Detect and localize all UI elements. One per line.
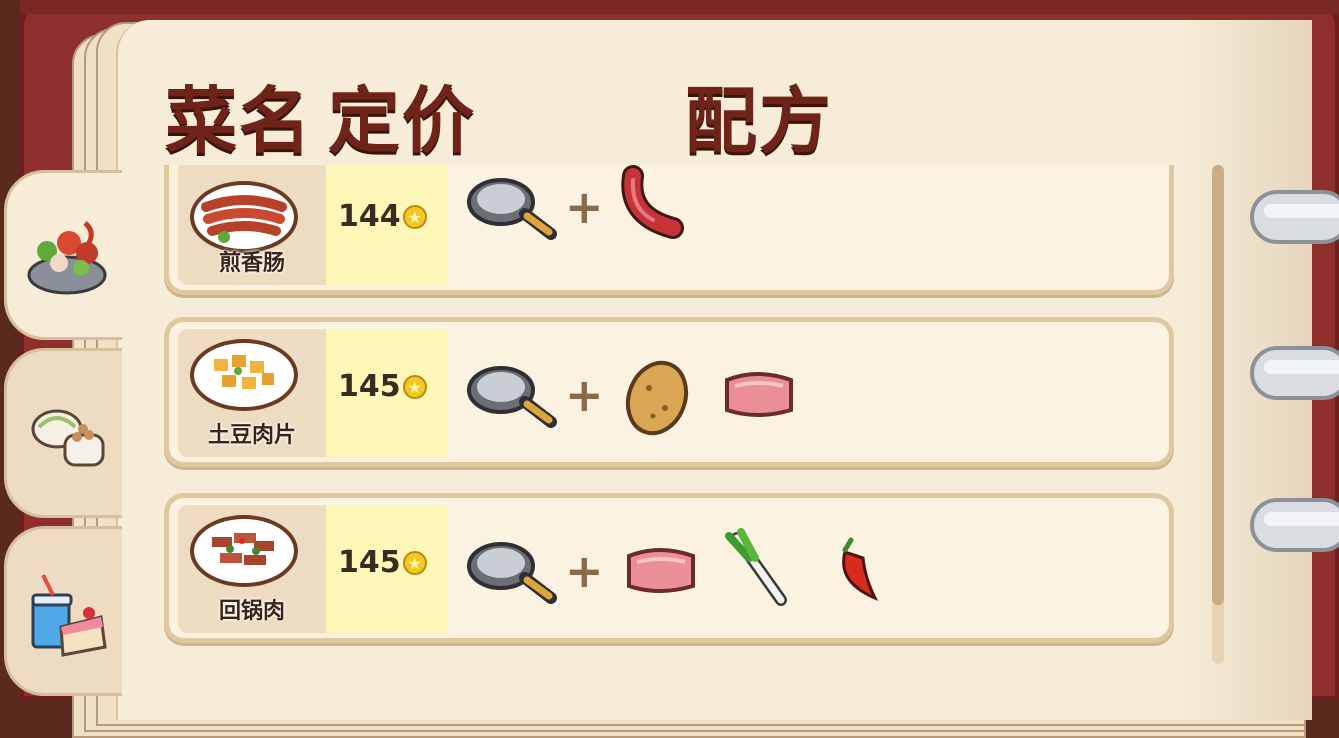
plus-sign: +: [565, 544, 604, 598]
dish-image-box: 回锅肉: [178, 505, 326, 633]
plus-sign: +: [565, 180, 604, 234]
price-value: 144: [338, 199, 401, 234]
sausage-icon: [621, 165, 684, 239]
frying-pan-icon: [467, 178, 557, 240]
price-box: 145 ★: [326, 329, 448, 457]
frying-pan-icon: [467, 542, 557, 604]
scrollbar-thumb[interactable]: [1212, 165, 1224, 605]
drink-cake-icon: [31, 574, 107, 657]
dish-image-box: 土豆肉片: [178, 329, 326, 457]
coin-icon: ★: [402, 204, 427, 229]
price-box: 145 ★: [326, 505, 448, 633]
dish-name: 土豆肉片: [207, 423, 296, 448]
binder-ring: [1250, 498, 1339, 552]
price-value: 145: [338, 369, 401, 404]
green-onion-icon: [725, 528, 787, 606]
plus-sign: +: [565, 368, 604, 422]
column-header: 菜名 定价 配方: [165, 62, 1065, 163]
potato-icon: [625, 360, 689, 436]
price-box: 144 ★: [326, 165, 448, 285]
dish-image-box: 煎香肠: [178, 165, 326, 285]
frying-pan-icon: [467, 366, 557, 428]
recipe-ingredients: +: [459, 165, 1159, 290]
recipe-ingredients: +: [459, 322, 1159, 462]
dish-plate: [190, 181, 298, 253]
dish-price: 145 ★: [338, 545, 427, 580]
dish-name: 煎香肠: [218, 251, 285, 276]
recipe-card-potato-pork[interactable]: 土豆肉片 145 ★ +: [164, 317, 1174, 467]
dish-plate: [190, 339, 298, 411]
pork-icon: [627, 548, 695, 593]
binder-ring: [1250, 190, 1339, 244]
dish-price: 144 ★: [338, 199, 427, 234]
header-price: 定价: [328, 79, 477, 163]
recipe-list[interactable]: 煎香肠 144 ★ + 土豆肉片 145 ★ + 回锅肉 145 ★ +: [160, 165, 1180, 664]
recipe-card-twice-cooked-pork[interactable]: 回锅肉 145 ★ +: [164, 493, 1174, 643]
header-dish-name: 菜名: [165, 79, 314, 163]
tab-snacks[interactable]: [4, 348, 122, 518]
dish-plate: [190, 515, 298, 587]
recipe-card-sausage[interactable]: 煎香肠 144 ★ +: [164, 165, 1174, 295]
tab-dishes[interactable]: [4, 170, 122, 340]
pork-icon: [725, 372, 793, 417]
header-recipe: 配方: [685, 79, 834, 163]
coin-icon: ★: [402, 550, 427, 575]
chili-pepper-icon: [842, 537, 879, 601]
coin-icon: ★: [402, 374, 427, 399]
price-value: 145: [338, 545, 401, 580]
tab-drinks[interactable]: [4, 526, 122, 696]
cover-top-edge: [20, 0, 1339, 14]
salad-bowl-icon: [27, 221, 107, 295]
dish-name: 回锅肉: [218, 599, 285, 624]
recipe-ingredients: +: [459, 498, 1159, 638]
twice-cooked-pork-icon: [212, 533, 274, 565]
binder-ring: [1250, 346, 1339, 400]
potato-pork-dish-icon: [214, 355, 274, 389]
fried-sausage-icon: [201, 195, 287, 243]
dumplings-icon: [31, 409, 105, 467]
dish-price: 145 ★: [338, 369, 427, 404]
